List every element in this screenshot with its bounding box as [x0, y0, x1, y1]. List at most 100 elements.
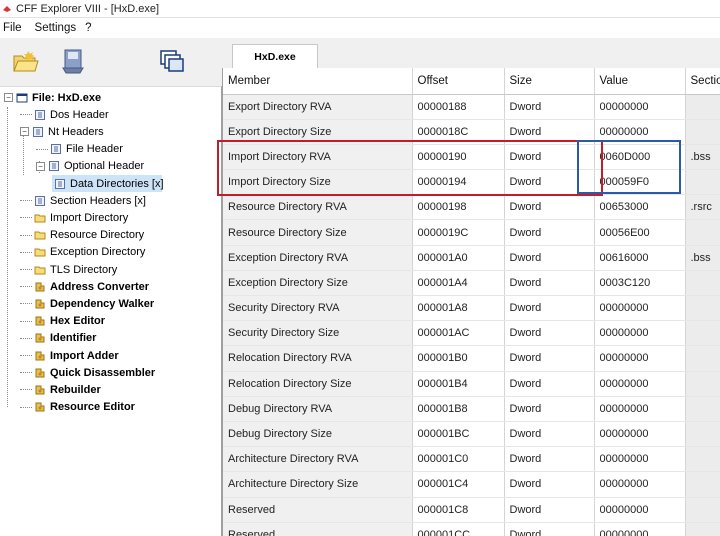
open-file-icon — [13, 51, 39, 72]
table-row[interactable]: Architecture Directory RVA 000001C0 Dword 0… — [223, 446, 720, 473]
table-row[interactable]: Relocation Directory Size 000001B4 Dword 00… — [223, 371, 720, 397]
menu-settings[interactable]: Settings — [32, 22, 81, 34]
cell-value[interactable]: 00000000 — [594, 94, 686, 120]
table-row[interactable]: Security Directory RVA 000001A8 Dword 00000… — [223, 295, 720, 322]
tree-item-hex-editor[interactable]: Hex Editor — [20, 313, 105, 330]
open-file-button[interactable] — [8, 44, 42, 78]
table-row[interactable]: Reserved 000001C8 Dword 00000000 — [223, 497, 720, 523]
cell-offset: 000001BC — [412, 421, 505, 448]
tree-expander[interactable]: − — [36, 161, 45, 171]
tree-item-nt-headers[interactable]: − Nt Headers — [20, 123, 104, 140]
tree-item-dos-header[interactable]: Dos Header — [20, 106, 109, 123]
column-header-size[interactable]: Size — [504, 68, 595, 95]
tree-item-tls-directory[interactable]: TLS Directory — [20, 261, 117, 278]
cell-member: Architecture Directory Size — [223, 471, 413, 498]
tree-item-label: Dos Header — [50, 108, 109, 121]
folder-icon — [34, 266, 46, 274]
cell-value[interactable]: 0060D000 — [594, 144, 686, 171]
table-row[interactable]: Resource Directory Size 0000019C Dword 0005… — [223, 219, 720, 246]
menu-help[interactable]: ? — [82, 22, 95, 34]
column-header-section[interactable]: Section — [685, 68, 720, 95]
tree-item-resource-editor[interactable]: Resource Editor — [20, 399, 135, 416]
cell-value[interactable]: 00000000 — [594, 497, 686, 523]
tree-item-resource-directory[interactable]: Resource Directory — [20, 227, 144, 244]
cell-member: Debug Directory RVA — [223, 396, 413, 422]
tree-item-label: Quick Disassembler — [50, 366, 156, 379]
cell-value[interactable]: 00000000 — [594, 446, 686, 473]
tree-item-label: Identifier — [50, 332, 97, 345]
cell-value[interactable]: 00000000 — [594, 371, 686, 397]
table-row[interactable]: Export Directory RVA 00000188 Dword 0000000… — [223, 94, 720, 120]
table-row[interactable]: Debug Directory Size 000001BC Dword 0000000… — [223, 421, 720, 448]
tree-item-data-directories-x[interactable]: Data Directories [x] — [52, 175, 164, 192]
cell-section — [685, 396, 720, 422]
table-row[interactable]: Security Directory Size 000001AC Dword 0000… — [223, 320, 720, 347]
struct-icon — [33, 126, 43, 137]
tree-item-optional-header[interactable]: − Optional Header — [36, 158, 144, 175]
tree-item-label: Import Adder — [50, 349, 119, 362]
cell-value[interactable]: 00056E00 — [594, 219, 686, 246]
cell-section — [685, 119, 720, 145]
cell-size: Dword — [504, 396, 595, 422]
tree-item-exception-directory[interactable]: Exception Directory — [20, 244, 145, 261]
tree-item-import-adder[interactable]: Import Adder — [20, 347, 119, 364]
tree-expander[interactable]: − — [20, 127, 29, 137]
tree-item-label: Resource Directory — [50, 229, 145, 242]
windows-button[interactable] — [155, 44, 189, 78]
column-header-member[interactable]: Member — [223, 68, 413, 95]
cell-value[interactable]: 00616000 — [594, 245, 686, 271]
table-row[interactable]: Reserved 000001CC Dword 00000000 — [223, 522, 720, 536]
table-row[interactable]: Relocation Directory RVA 000001B0 Dword 000… — [223, 345, 720, 372]
cell-offset: 000001B8 — [412, 396, 505, 422]
cell-offset: 000001B4 — [412, 371, 505, 397]
cell-size: Dword — [504, 270, 595, 297]
tree-item-file-hxd-exe[interactable]: − File: HxD.exe — [4, 89, 101, 106]
cell-section — [685, 371, 720, 397]
cell-size: Dword — [504, 446, 595, 473]
cell-section — [685, 295, 720, 322]
tree-expander[interactable]: − — [4, 93, 13, 102]
tree-item-label: Hex Editor — [50, 315, 106, 328]
cell-value[interactable]: 00000000 — [594, 119, 686, 145]
cell-value[interactable]: 00000000 — [594, 421, 686, 448]
cell-value[interactable]: 000059F0 — [594, 169, 686, 196]
tree-item-section-headers-x[interactable]: Section Headers [x] — [20, 192, 146, 209]
table-row[interactable]: Export Directory Size 0000018C Dword 000000… — [223, 119, 720, 145]
save-file-button[interactable] — [56, 44, 90, 78]
windows-icon — [160, 50, 184, 72]
cell-value[interactable]: 00000000 — [594, 345, 686, 372]
cell-member: Reserved — [223, 522, 413, 536]
cell-value[interactable]: 00000000 — [594, 396, 686, 422]
tab-hxd-exe[interactable]: HxD.exe — [232, 44, 318, 68]
table-row[interactable]: Import Directory RVA 00000190 Dword 0060D00… — [223, 144, 720, 171]
table-row[interactable]: Debug Directory RVA 000001B8 Dword 00000000 — [223, 396, 720, 422]
tree-item-dependency-walker[interactable]: Dependency Walker — [20, 295, 154, 312]
cell-section — [685, 169, 720, 196]
column-header-value[interactable]: Value — [594, 68, 686, 95]
cell-value[interactable]: 00000000 — [594, 471, 686, 498]
tree-item-label: Address Converter — [50, 280, 150, 293]
tree-item-quick-disassembler[interactable]: Quick Disassembler — [20, 364, 155, 381]
table-row[interactable]: Exception Directory Size 000001A4 Dword 000… — [223, 270, 720, 297]
menu-file[interactable]: File — [0, 22, 26, 34]
table-row[interactable]: Import Directory Size 00000194 Dword 000059… — [223, 169, 720, 196]
cell-value[interactable]: 00000000 — [594, 320, 686, 347]
tree-connector — [20, 286, 32, 288]
tree-item-identifier[interactable]: Identifier — [20, 330, 96, 347]
cell-value[interactable]: 00000000 — [594, 295, 686, 322]
tree-item-import-directory[interactable]: Import Directory — [20, 209, 128, 226]
cell-member: Exception Directory Size — [223, 270, 413, 297]
table-row[interactable]: Exception Directory RVA 000001A0 Dword 0061… — [223, 245, 720, 271]
title-bar: CFF Explorer VIII - [HxD.exe] — [0, 0, 720, 18]
cell-value[interactable]: 00653000 — [594, 194, 686, 221]
tree-item-rebuilder[interactable]: Rebuilder — [20, 381, 101, 398]
tree-item-file-header[interactable]: File Header — [36, 141, 123, 158]
tree-item-address-converter[interactable]: Address Converter — [20, 278, 149, 295]
struct-icon — [55, 178, 65, 189]
table-row[interactable]: Architecture Directory Size 000001C4 Dword… — [223, 471, 720, 498]
cell-value[interactable]: 00000000 — [594, 522, 686, 536]
tool-icon — [35, 351, 45, 360]
table-row[interactable]: Resource Directory RVA 00000198 Dword 00653… — [223, 194, 720, 221]
cell-value[interactable]: 0003C120 — [594, 270, 686, 297]
column-header-offset[interactable]: Offset — [412, 68, 505, 95]
